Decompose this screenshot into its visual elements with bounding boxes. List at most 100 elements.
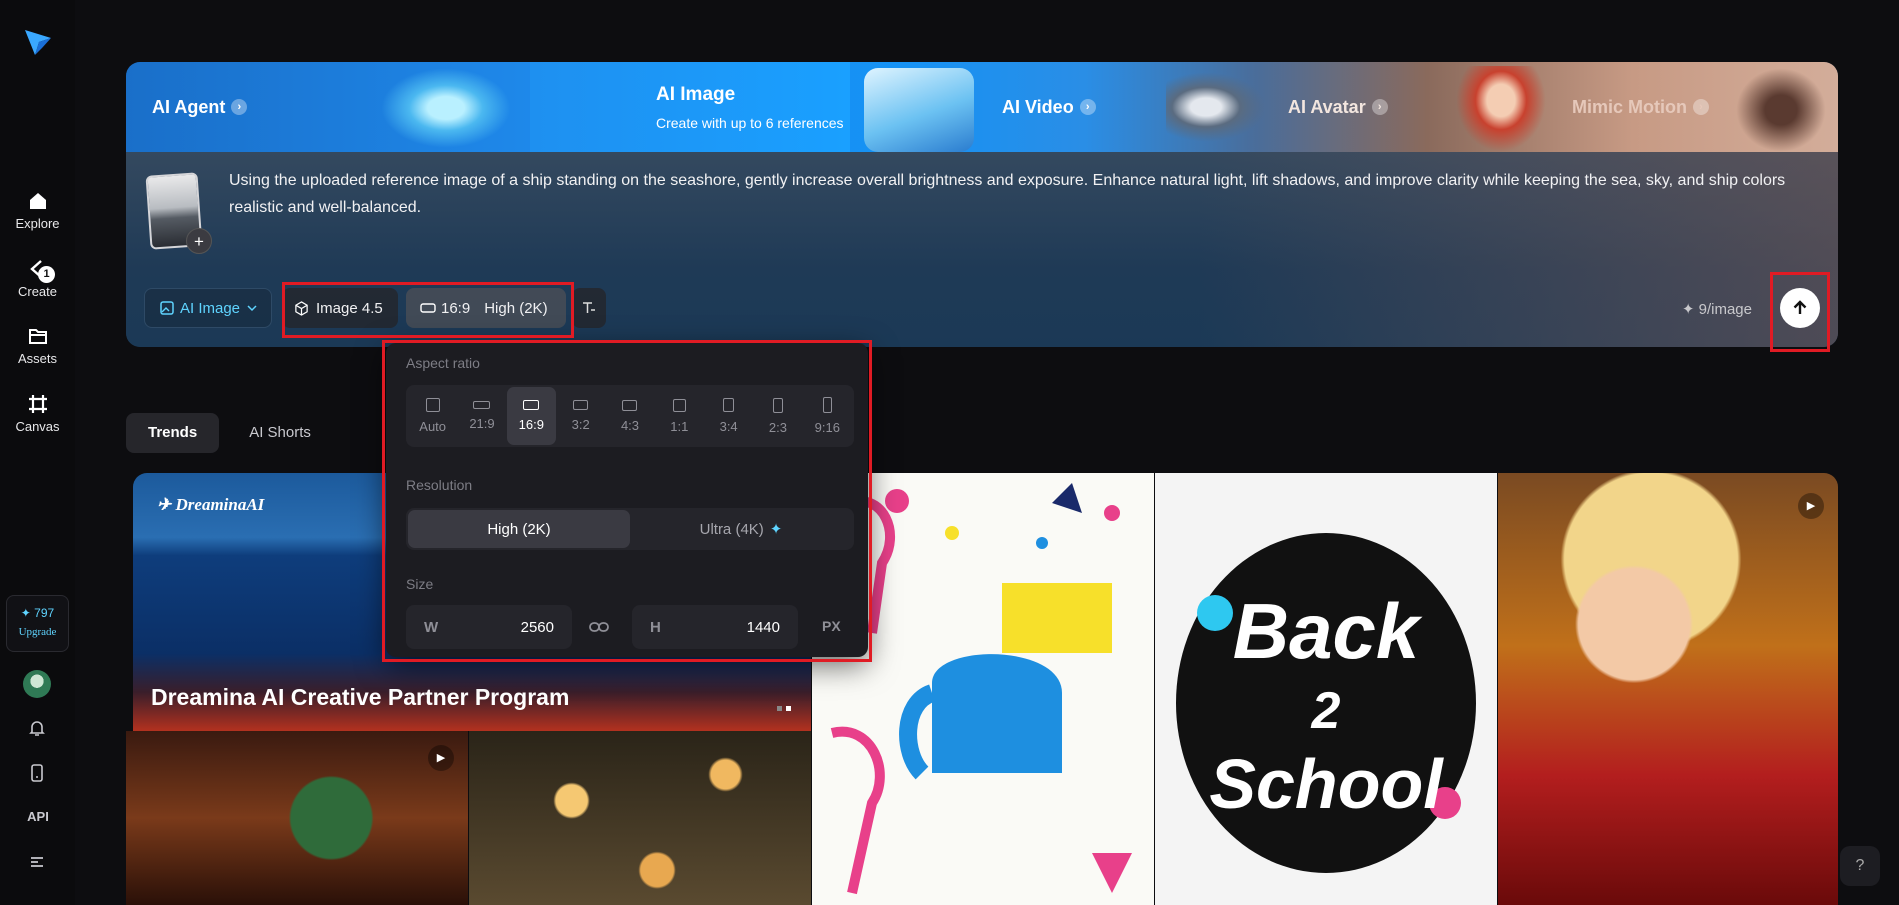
add-reference-button[interactable]: + <box>186 228 212 254</box>
text-style-button[interactable] <box>572 288 606 328</box>
mode-label: AI Image <box>180 299 241 317</box>
ratio-option-4-3[interactable]: 4:3 <box>605 387 654 445</box>
api-link[interactable]: API <box>24 809 52 824</box>
arrow-up-icon <box>1793 300 1807 314</box>
ratio-shape-icon <box>672 398 686 412</box>
ratio-option-3-2[interactable]: 3:2 <box>556 387 605 445</box>
sidebar-item-explore[interactable]: Explore <box>0 190 75 231</box>
upgrade-link[interactable]: Upgrade <box>7 626 68 638</box>
ratio-option-auto[interactable]: Auto <box>408 387 457 445</box>
sidebar: Explore 1 Create Assets Canvas ✦ 797 Upg… <box>0 0 75 905</box>
banner-caption: Dreamina AI Creative Partner Program <box>151 684 570 710</box>
resolution-option-high[interactable]: High (2K) <box>408 510 630 548</box>
unit-label: PX <box>822 618 841 634</box>
cost-per-image: ✦ 9/image <box>1681 301 1752 318</box>
graffiti-image: Back 2 School <box>1176 533 1476 873</box>
ratio-shape-icon <box>573 400 589 410</box>
height-key: H <box>650 618 661 636</box>
feed-card-back-to-school[interactable]: Back 2 School <box>1155 473 1497 905</box>
resolution-option-label: High (2K) <box>487 520 551 538</box>
text-format-icon <box>583 302 595 313</box>
resolution-option-ultra[interactable]: Ultra (4K) ✦ <box>630 510 852 548</box>
image-icon <box>160 301 174 315</box>
sidebar-item-canvas[interactable]: Canvas <box>0 393 75 434</box>
tab-label: Mimic Motion <box>1572 96 1687 117</box>
agent-illustration <box>381 68 511 148</box>
svg-text:Back: Back <box>1233 587 1423 675</box>
link-icon[interactable] <box>588 617 610 637</box>
feed-card-bokeh[interactable] <box>469 731 811 905</box>
help-button[interactable]: ? <box>1840 846 1880 886</box>
sidebar-item-create[interactable]: 1 Create <box>0 258 75 299</box>
menu-icon[interactable] <box>24 849 50 875</box>
play-icon: ▶ <box>1798 493 1824 519</box>
ratio-option-21-9[interactable]: 21:9 <box>457 387 506 445</box>
tab-ai-video[interactable]: AI Video › <box>1002 62 1096 152</box>
ratio-label: 3:2 <box>571 417 590 432</box>
svg-text:2: 2 <box>1311 682 1341 740</box>
carousel-dots[interactable] <box>777 706 791 711</box>
resolution-label: High (2K) <box>484 299 548 317</box>
ratio-label: 3:4 <box>719 419 738 434</box>
ratio-resolution-selector[interactable]: 16:9 High (2K) <box>406 288 566 328</box>
ratio-label: 16:9 <box>441 299 471 317</box>
bell-icon[interactable] <box>24 715 50 741</box>
model-label: Image 4.5 <box>316 299 383 317</box>
tab-ai-image[interactable]: AI Image <box>656 84 735 106</box>
ratio-option-2-3[interactable]: 2:3 <box>753 387 802 445</box>
tab-ai-agent[interactable]: AI Agent › <box>152 62 248 152</box>
tab-ai-avatar[interactable]: AI Avatar › <box>1288 62 1388 152</box>
prompt-input[interactable]: Using the uploaded reference image of a … <box>229 167 1809 221</box>
tab-mimic-motion[interactable]: Mimic Motion › <box>1572 62 1709 152</box>
feed-card-cave-christmas[interactable]: ▶ <box>126 731 468 905</box>
play-icon: ▶ <box>428 745 454 771</box>
generate-button[interactable] <box>1780 288 1820 328</box>
credits-count: ✦ 797 <box>20 606 55 620</box>
home-icon <box>29 193 46 209</box>
height-input[interactable]: H 1440 <box>632 605 798 649</box>
ratio-shape-icon <box>723 398 735 412</box>
mobile-icon[interactable] <box>24 760 50 786</box>
ratio-shape-icon <box>622 399 638 411</box>
resolution-option-label: Ultra (4K) <box>699 520 764 538</box>
auto-ratio-icon <box>425 398 440 412</box>
banner-brand: ✈ DreaminaAI <box>157 495 265 514</box>
dreamina-logo-icon[interactable] <box>22 26 54 58</box>
sparkle-icon: ✦ <box>769 521 783 538</box>
ratio-label: 21:9 <box>469 416 495 431</box>
sidebar-item-assets[interactable]: Assets <box>0 325 75 366</box>
width-value: 2560 <box>520 618 554 636</box>
mimic-illustration <box>1736 68 1826 152</box>
mode-dropdown[interactable]: AI Image <box>144 288 272 328</box>
tab-ai-shorts[interactable]: AI Shorts <box>227 413 333 453</box>
generation-settings-popup: Aspect ratio Auto 21:9 16:9 3:2 4:3 1:1 … <box>386 343 868 657</box>
tab-label: AI Avatar <box>1288 96 1366 117</box>
resolution-options: High (2K) Ultra (4K) ✦ <box>406 508 854 550</box>
ratio-option-1-1[interactable]: 1:1 <box>655 387 704 445</box>
credits-upgrade-box[interactable]: ✦ 797 Upgrade <box>6 595 69 652</box>
width-input[interactable]: W 2560 <box>406 605 572 649</box>
height-value: 1440 <box>746 618 780 636</box>
folder-icon <box>28 329 47 344</box>
avatar-illustration <box>1456 66 1546 152</box>
aspect-ratio-options: Auto 21:9 16:9 3:2 4:3 1:1 3:4 2:3 9:16 <box>406 385 854 447</box>
feed-card-christmas-portrait[interactable]: ▶ <box>1498 473 1838 905</box>
ratio-option-16-9[interactable]: 16:9 <box>506 387 556 445</box>
tab-trends[interactable]: Trends <box>126 413 220 453</box>
canvas-icon <box>28 395 47 413</box>
aspect-ratio-icon <box>420 303 436 313</box>
chevron-right-icon: › <box>1079 99 1096 115</box>
avatar-illustration-plane <box>1166 72 1266 142</box>
ratio-shape-icon <box>473 401 491 409</box>
avatar[interactable] <box>23 670 51 698</box>
ratio-option-9-16[interactable]: 9:16 <box>803 387 852 445</box>
tab-label: AI Agent <box>152 96 226 117</box>
notification-badge: 1 <box>38 266 55 283</box>
resolution-label: Resolution <box>406 477 473 493</box>
ratio-label: 2:3 <box>768 419 787 435</box>
banner-brand-text: DreaminaAI <box>175 495 265 514</box>
feed-tabs: Trends AI Shorts <box>126 413 333 453</box>
ratio-option-3-4[interactable]: 3:4 <box>704 387 753 445</box>
model-selector[interactable]: Image 4.5 <box>282 288 398 328</box>
ratio-label: 16:9 <box>518 417 544 432</box>
